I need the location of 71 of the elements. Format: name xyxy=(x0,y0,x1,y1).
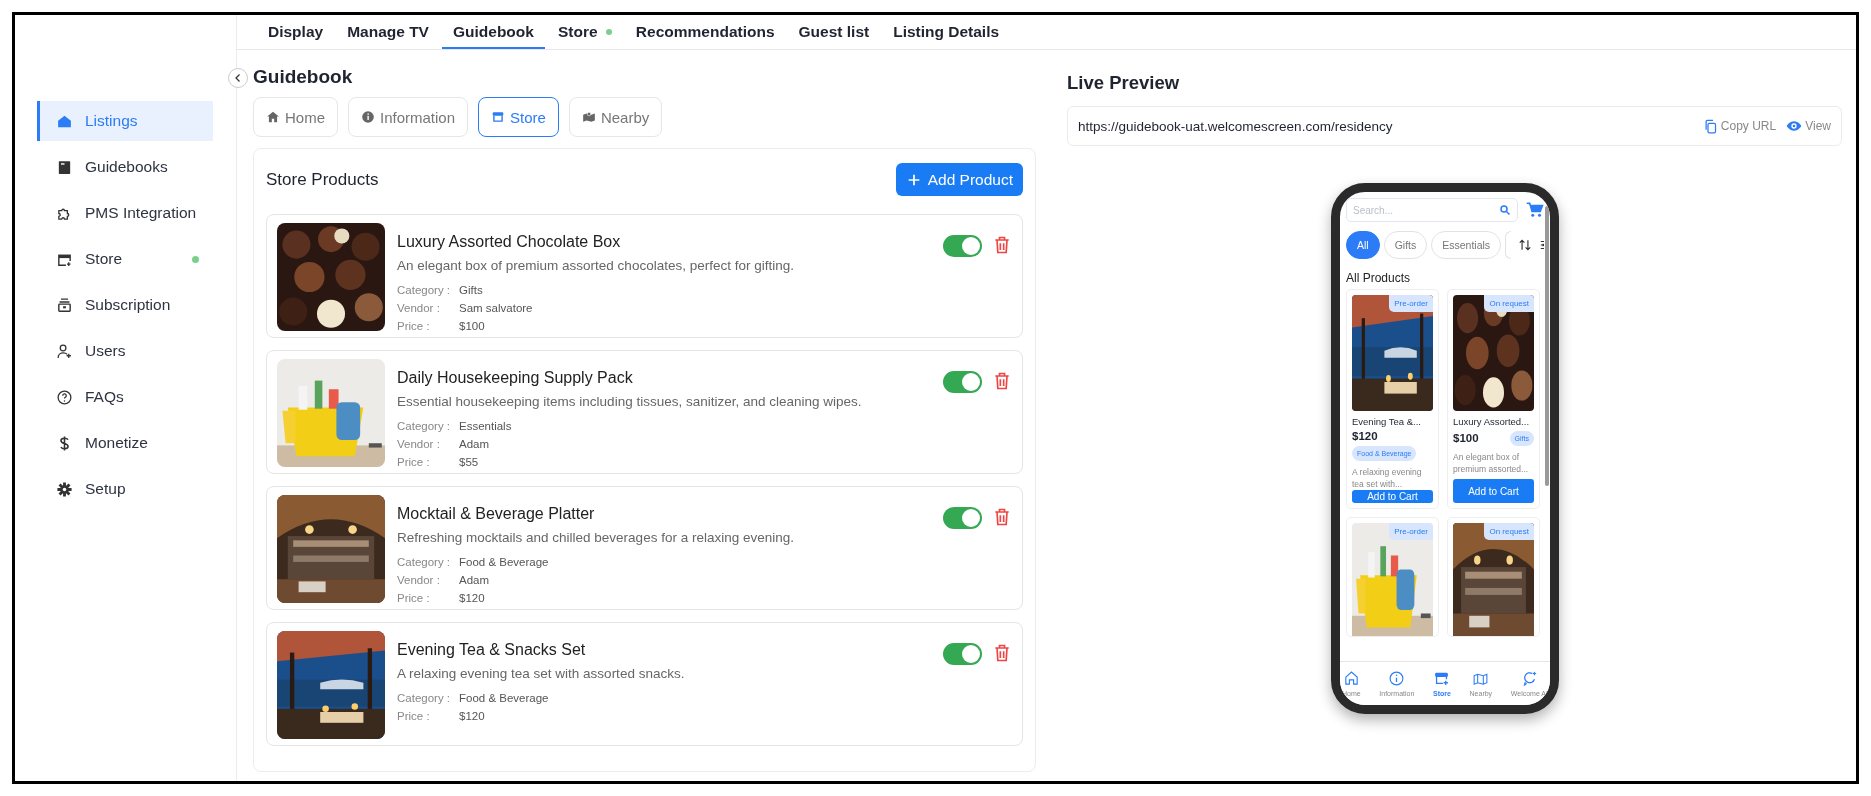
sidebar-item[interactable]: Listings xyxy=(37,101,213,141)
field-label: Vendor : xyxy=(397,573,441,587)
add-to-cart-button[interactable]: Add to Cart xyxy=(1352,490,1433,503)
tab[interactable]: Manage TV xyxy=(336,23,440,49)
product-name: Evening Tea & Snacks Set xyxy=(397,641,587,659)
section-title: Store Products xyxy=(266,169,379,190)
product-badge: Pre-order xyxy=(1389,523,1433,540)
product-description: A relaxing evening tea set with... xyxy=(1352,466,1423,490)
field-label: Vendor : xyxy=(397,437,441,451)
product-description: Essential housekeeping items including tissues, sanitizer, and cleaning wipes. xyxy=(397,394,863,409)
field-value: Food & Beverage xyxy=(459,555,549,569)
tab[interactable]: Nearby xyxy=(568,97,663,137)
field-label: Category : xyxy=(397,691,452,705)
field-label: Price : xyxy=(397,591,431,605)
field-label: Price : xyxy=(397,455,431,469)
product-name: Daily Housekeeping Supply Pack xyxy=(397,369,634,387)
product-badge: On request xyxy=(1484,295,1534,312)
tab[interactable]: Guest list xyxy=(787,23,881,49)
product-description: A relaxing evening tea set with assorted snacks. xyxy=(397,666,686,681)
add-product-button[interactable]: Add Product xyxy=(895,163,1023,196)
field-value: $120 xyxy=(459,709,486,723)
sidebar-item[interactable]: Monetize xyxy=(37,423,213,463)
copy-url-button[interactable]: Copy URL xyxy=(1702,118,1777,134)
field-label: Category : xyxy=(397,283,452,297)
field-label: Vendor : xyxy=(397,301,441,315)
tab[interactable]: Information xyxy=(348,97,469,137)
sidebar-item[interactable]: Setup xyxy=(37,469,213,509)
field-value: Food & Beverage xyxy=(459,691,549,705)
product-description: Refreshing mocktails and chilled beverages for a relaxing evening. xyxy=(397,530,795,545)
product-price: $120 xyxy=(1352,430,1378,442)
product-name: Luxury Assorted... xyxy=(1453,416,1531,427)
field-value: Adam xyxy=(459,437,491,451)
field-value: $55 xyxy=(459,455,480,469)
add-to-cart-button[interactable]: Add to Cart xyxy=(1453,479,1534,503)
product-name: Evening Tea &... xyxy=(1352,416,1422,427)
sidebar-item[interactable]: PMS Integration xyxy=(37,193,213,233)
field-label: Category : xyxy=(397,419,452,433)
filter-chip[interactable]: All xyxy=(1346,231,1380,259)
field-label: Price : xyxy=(397,319,431,333)
product-badge: Pre-order xyxy=(1389,295,1433,312)
view-button[interactable]: View xyxy=(1786,118,1831,134)
sidebar-item[interactable]: Guidebooks xyxy=(37,147,213,187)
field-value: $100 xyxy=(459,319,486,333)
field-label: Category : xyxy=(397,555,452,569)
field-value: Essentials xyxy=(459,419,512,433)
tab[interactable]: Recommendations xyxy=(624,23,786,49)
field-label: Price : xyxy=(397,709,431,723)
tab[interactable]: Store xyxy=(478,97,559,137)
product-badge: On request xyxy=(1484,523,1534,540)
field-value: Gifts xyxy=(459,283,484,297)
field-value: Sam salvatore xyxy=(459,301,533,315)
tab[interactable]: Listing Details xyxy=(882,23,1011,49)
field-value: Adam xyxy=(459,573,491,587)
sidebar-item[interactable]: Subscription xyxy=(37,285,213,325)
page-title: Guidebook xyxy=(253,66,354,88)
section-title: All Products xyxy=(1346,271,1412,285)
product-name: Mocktail & Beverage Platter xyxy=(397,505,596,523)
tab[interactable]: Store xyxy=(546,23,623,49)
field-value: $120 xyxy=(459,591,486,605)
sidebar-item[interactable]: Users xyxy=(37,331,213,371)
sidebar-item[interactable]: Store xyxy=(37,239,213,279)
product-description: An elegant box of premium assorted... xyxy=(1453,451,1530,476)
product-price: $100 xyxy=(1453,432,1479,444)
sidebar-item[interactable]: FAQs xyxy=(37,377,213,417)
tab[interactable]: Guidebook xyxy=(441,23,545,49)
section-title: Live Preview xyxy=(1067,72,1181,94)
url-field[interactable]: https://guidebook-uat.welcomescreen.com/residency Copy URL View xyxy=(1067,106,1842,146)
tab[interactable]: Display xyxy=(257,23,335,49)
product-name: Luxury Assorted Chocolate Box xyxy=(397,233,622,251)
tab[interactable]: Home xyxy=(253,97,338,137)
product-description: An elegant box of premium assorted chocolates, perfect for gifting. xyxy=(397,258,795,273)
